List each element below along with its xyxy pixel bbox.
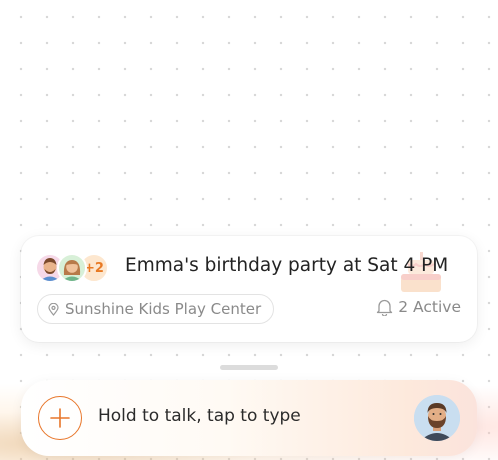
location-label: Sunshine Kids Play Center	[65, 300, 262, 318]
participant-avatar-woman	[57, 253, 87, 283]
active-status[interactable]: 2 Active	[376, 298, 461, 316]
user-avatar[interactable]	[414, 395, 460, 441]
bell-icon	[377, 299, 393, 316]
location-chip[interactable]: Sunshine Kids Play Center	[37, 294, 275, 324]
event-card[interactable]: +2 Emma's birthday party at Sat 4 PM Sun…	[21, 236, 477, 342]
drag-handle[interactable]	[220, 365, 278, 370]
add-button[interactable]	[38, 396, 82, 440]
composer-bar[interactable]: Hold to talk, tap to type	[21, 380, 477, 456]
event-title: Emma's birthday party at Sat 4 PM	[125, 255, 449, 276]
composer-input[interactable]: Hold to talk, tap to type	[98, 406, 301, 426]
location-pin-icon	[48, 302, 59, 316]
active-count-label: 2 Active	[398, 298, 461, 316]
plus-icon	[50, 408, 70, 428]
participant-avatars[interactable]: +2	[35, 252, 109, 284]
